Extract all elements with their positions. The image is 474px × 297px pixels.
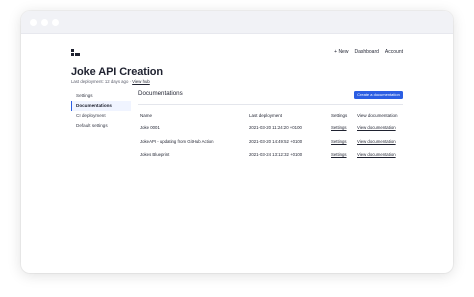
window-dot-icon[interactable] [30, 19, 37, 26]
sidebar-item-default-settings[interactable]: Default settings [71, 121, 131, 131]
column-header-settings: Settings [331, 113, 348, 118]
sidebar-item-settings[interactable]: Settings [71, 91, 131, 101]
section-title: Documentations [138, 90, 183, 97]
doc-last-deployment: 2021-03-24 13:12:32 +0100 [249, 152, 303, 157]
doc-name: Jokes Blueprint [140, 152, 170, 157]
app-logo-icon[interactable] [71, 49, 80, 57]
sidebar-item-ci-deployment[interactable]: CI deployment [71, 111, 131, 121]
section-divider [138, 104, 403, 105]
window-dot-icon[interactable] [52, 19, 59, 26]
browser-window: + New Dashboard Account Joke API Creatio… [21, 11, 453, 273]
sidebar: Settings Documentations CI deployment De… [71, 91, 131, 131]
sidebar-item-documentations[interactable]: Documentations [71, 101, 131, 111]
view-documentation-link[interactable]: View documentation [357, 139, 396, 144]
column-header-name: Name [140, 113, 153, 118]
doc-name: JokeAPI - updating from GitHub Action [140, 138, 214, 144]
create-documentation-button[interactable]: Create a documentation [354, 91, 403, 99]
doc-last-deployment: 2021-03-20 11:24:20 +0100 [249, 125, 302, 130]
nav-links: + New Dashboard Account [334, 49, 403, 55]
settings-link[interactable]: Settings [331, 125, 347, 130]
top-nav: + New Dashboard Account [21, 34, 453, 70]
nav-dashboard-link[interactable]: Dashboard [354, 49, 378, 55]
table-header-row: Name Last deployment Settings View docum… [138, 113, 403, 125]
table-row: JokeAPI - updating from GitHub Action 20… [138, 139, 403, 153]
doc-last-deployment: 2021-03-20 14:49:52 +0100 [249, 138, 303, 144]
settings-link[interactable]: Settings [331, 139, 347, 144]
page-subtitle: Last deployment: 12 days ago · View hub [71, 79, 150, 84]
view-hub-link[interactable]: View hub [132, 79, 150, 84]
window-dot-icon[interactable] [41, 19, 48, 26]
view-documentation-link[interactable]: View documentation [357, 152, 396, 157]
view-documentation-link[interactable]: View documentation [357, 125, 396, 130]
column-header-view-documentation: View documentation [357, 113, 398, 118]
settings-link[interactable]: Settings [331, 152, 347, 157]
table-row: Jokes Blueprint 2021-03-24 13:12:32 +010… [138, 152, 403, 166]
doc-name: Joke 0001 [140, 125, 160, 130]
table-row: Joke 0001 2021-03-20 11:24:20 +0100 Sett… [138, 125, 403, 139]
last-deployment-text: Last deployment: 12 days ago · [71, 79, 133, 84]
window-titlebar [21, 11, 453, 34]
page-title: Joke API Creation [71, 66, 164, 78]
nav-account-link[interactable]: Account [385, 49, 403, 55]
column-header-last-deployment: Last deployment [249, 113, 283, 118]
documentations-table: Name Last deployment Settings View docum… [138, 113, 403, 166]
nav-new-link[interactable]: + New [334, 49, 348, 55]
